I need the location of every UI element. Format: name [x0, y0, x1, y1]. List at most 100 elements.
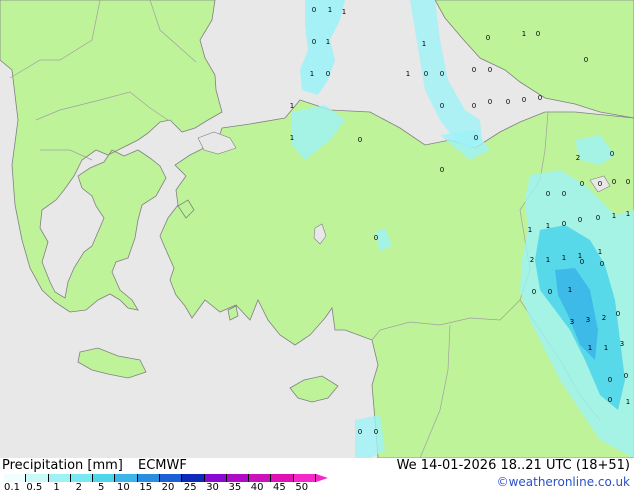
precip-value-label: 0	[440, 70, 444, 78]
precip-value-label: 1	[290, 102, 294, 110]
precip-value-label: 3	[570, 318, 574, 326]
precip-value-label: 0	[312, 6, 316, 14]
precip-value-label: 0	[580, 258, 584, 266]
colorbar-tick-label: 0.1	[4, 482, 20, 493]
precip-value-label: 0	[522, 96, 526, 104]
colorbar-tick-label: 20	[161, 482, 175, 493]
precip-value-label: 3	[586, 316, 590, 324]
precip-value-label: 1	[422, 40, 426, 48]
precip-value-label: 0	[440, 166, 444, 174]
precip-value-label: 1	[604, 344, 608, 352]
precip-value-label: 0	[374, 234, 378, 242]
valid-datetime: We 14-01-2026 18..21 UTC (18+51)	[396, 458, 630, 473]
precip-value-label: 2	[576, 154, 580, 162]
precip-value-label: 0	[616, 310, 620, 318]
precipitation-colorbar	[4, 474, 328, 482]
precip-value-label: 1	[406, 70, 410, 78]
precip-value-label: 0	[610, 150, 614, 158]
precip-value-label: 0	[488, 98, 492, 106]
precip-value-label: 0	[486, 34, 490, 42]
precip-value-label: 0	[424, 70, 428, 78]
precip-value-label: 0	[474, 134, 478, 142]
precip-value-label: 0	[548, 288, 552, 296]
colorbar-segment	[249, 474, 272, 482]
precip-value-label: 0	[608, 376, 612, 384]
legend-title: Precipitation [mm]	[2, 458, 123, 473]
colorbar-segment	[293, 474, 316, 482]
precip-value-label: 0	[538, 94, 542, 102]
legend-footer: Precipitation [mm] ECMWF We 14-01-2026 1…	[0, 458, 634, 493]
colorbar-tick-label: 15	[139, 482, 153, 493]
precip-value-label: 0	[536, 30, 540, 38]
colorbar-tick-label: 1	[53, 482, 60, 493]
precip-value-label: 0	[578, 216, 582, 224]
colorbar-segment	[137, 474, 160, 482]
precip-value-label: 0	[624, 372, 628, 380]
precip-value-label: 0	[358, 136, 362, 144]
precip-value-label: 0	[312, 38, 316, 46]
precip-value-label: 3	[620, 340, 624, 348]
colorbar-tick-label: 40	[250, 482, 264, 493]
precip-value-label: 1	[328, 6, 332, 14]
precip-value-label: 0	[472, 102, 476, 110]
precip-value-label: 1	[342, 8, 346, 16]
colorbar-tick-label: 45	[273, 482, 286, 493]
precip-value-label: 1	[598, 248, 602, 256]
colorbar-segment	[70, 474, 94, 482]
colorbar-tick-label: 5	[97, 482, 105, 493]
precip-value-label: 0	[600, 260, 604, 268]
precip-value-label: 0	[326, 70, 330, 78]
colorbar-segment	[226, 474, 250, 482]
colorbar-tick-label: 50	[295, 482, 309, 493]
colorbar-tick-label: 10	[117, 482, 130, 493]
precip-value-label: 0	[532, 288, 536, 296]
precip-value-label: 0	[562, 220, 566, 228]
colorbar-segment	[26, 474, 49, 482]
credit-text: ©weatheronline.co.uk	[496, 475, 630, 489]
precip-value-label: 1	[568, 286, 572, 294]
precip-value-label: 0	[562, 190, 566, 198]
colorbar-segment	[182, 474, 205, 482]
colorbar-segment	[93, 474, 116, 482]
precip-value-label: 1	[522, 30, 526, 38]
precip-value-label: 1	[588, 344, 592, 352]
colorbar-segment	[4, 474, 27, 482]
precip-value-label: 0	[612, 178, 616, 186]
precip-value-label: 1	[546, 222, 550, 230]
precip-value-label: 1	[326, 38, 330, 46]
precip-value-label: 1	[562, 254, 566, 262]
precip-value-label: 0	[584, 56, 588, 64]
precip-value-label: 0	[374, 428, 378, 436]
colorbar-tick-label: 25	[183, 482, 197, 493]
colorbar-tick-label: 35	[228, 482, 242, 493]
precip-value-label: 1	[626, 210, 630, 218]
precip-light	[355, 415, 385, 458]
colorbar-segment	[48, 474, 71, 482]
model-name: ECMWF	[138, 458, 187, 473]
precip-value-label: 0	[608, 396, 612, 404]
colorbar-segment	[115, 474, 138, 482]
precip-value-label: 0	[472, 66, 476, 74]
precip-value-label: 1	[310, 70, 314, 78]
precip-value-label: 0	[506, 98, 510, 106]
precip-value-label: 2	[530, 256, 534, 264]
weather-map: 0 1 1 0 1 1 0 1 1 0 1 1 0 0 0 0 0 0 0 0 0 0 0 1 0 0 0 0 2 0 0 0 0 0 0 0 1 1 0 0…	[0, 0, 634, 458]
colorbar-segment	[271, 474, 294, 482]
precip-value-label: 2	[602, 314, 606, 322]
precip-value-label: 1	[626, 398, 630, 406]
precip-value-label: 0	[626, 178, 630, 186]
colorbar-segment	[160, 474, 183, 482]
precip-value-label: 0	[358, 428, 362, 436]
colorbar-arrow	[316, 474, 328, 482]
colorbar-tick-label: 2	[75, 482, 83, 493]
colorbar-segment	[204, 474, 227, 482]
precip-value-label: 1	[546, 256, 550, 264]
precip-value-label: 0	[598, 180, 602, 188]
precip-value-label: 0	[546, 190, 550, 198]
precip-value-label: 0	[580, 180, 584, 188]
precip-value-label: 1	[290, 134, 294, 142]
precip-value-label: 1	[528, 226, 532, 234]
precip-value-label: 0	[488, 66, 492, 74]
precip-value-label: 0	[440, 102, 444, 110]
colorbar-tick-label: 0.5	[26, 482, 43, 493]
